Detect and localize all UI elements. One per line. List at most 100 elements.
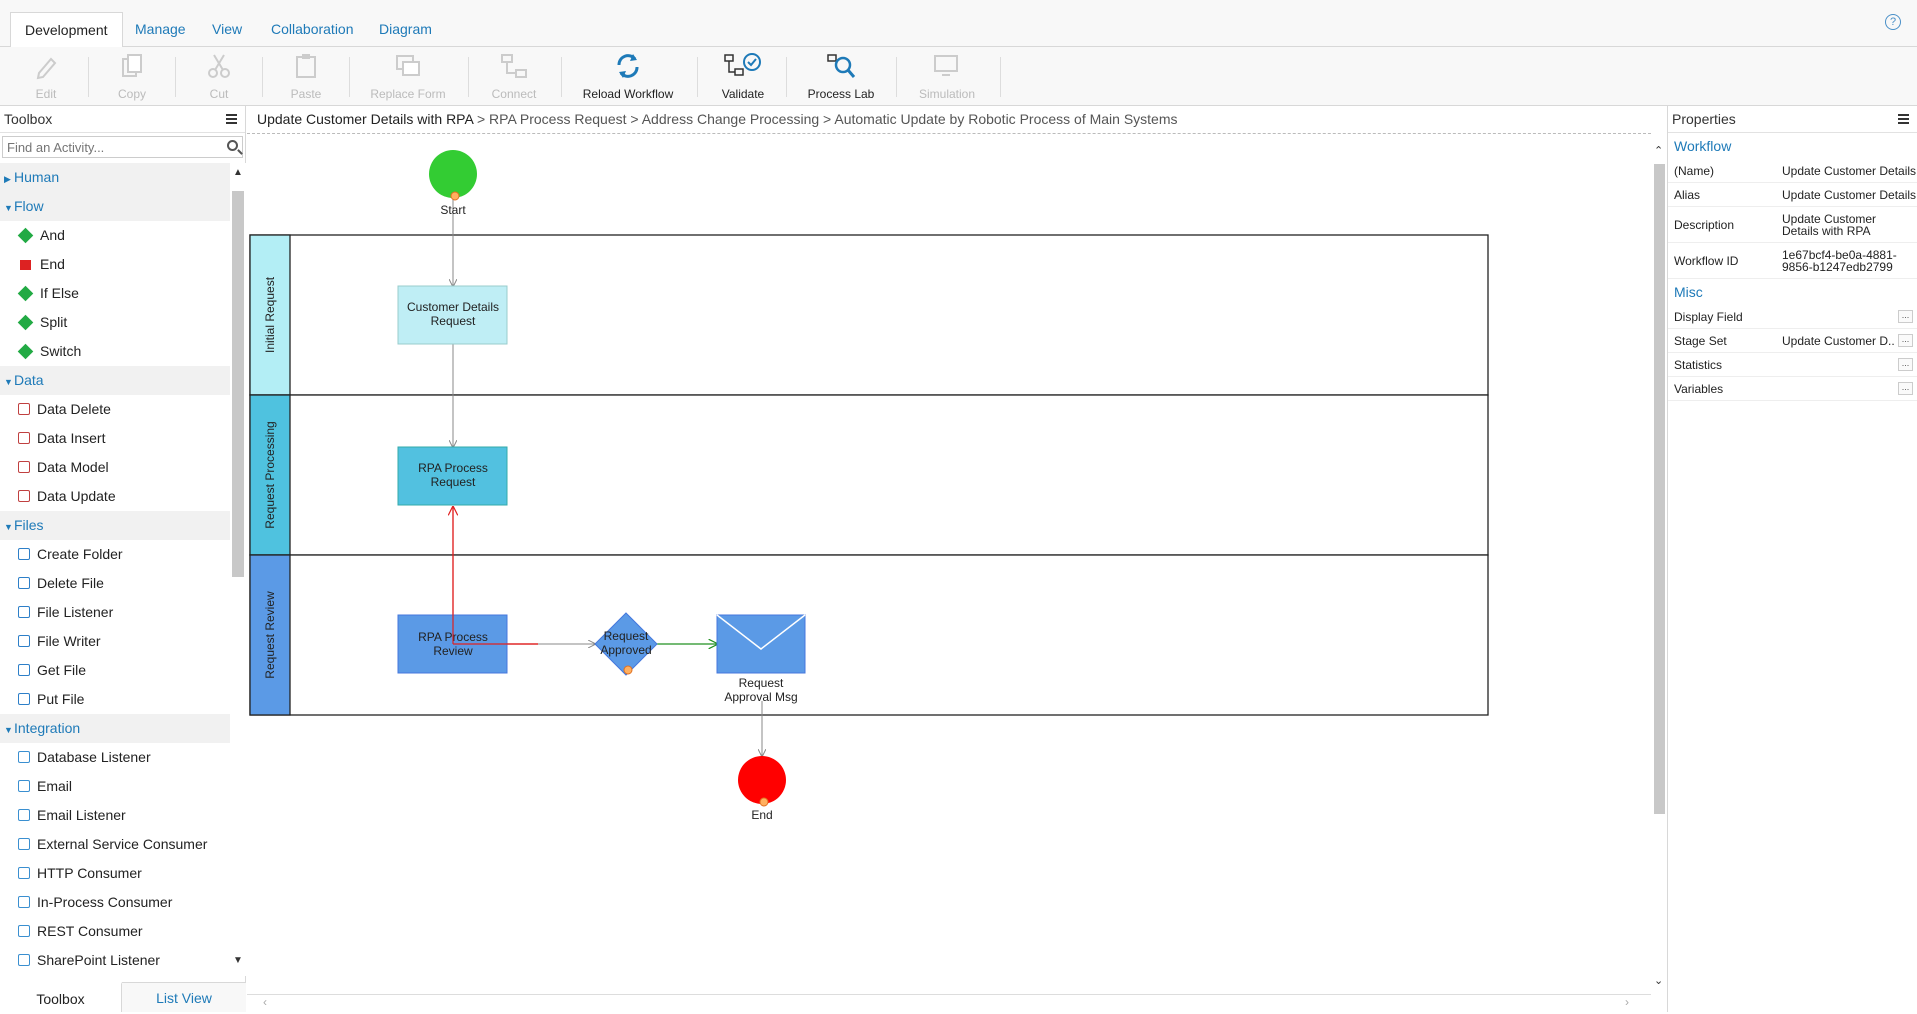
toolbox-item[interactable]: Database Listener [0, 743, 230, 772]
scroll-up-icon[interactable]: ▲ [233, 167, 243, 178]
toolbox-item[interactable]: Put File [0, 685, 230, 714]
validate-button[interactable]: Validate [716, 51, 770, 103]
ellipsis-button[interactable]: ... [1898, 310, 1913, 323]
canvas-vertical-scrollbar[interactable]: ⌃ ⌄ [1651, 144, 1667, 994]
toolbox-item-label: And [40, 227, 65, 243]
process-lab-button[interactable]: Process Lab [806, 51, 876, 103]
edit-label: Edit [35, 87, 57, 101]
toolbox-item[interactable]: If Else [0, 279, 230, 308]
property-row[interactable]: Description Update Customer Details with … [1668, 207, 1917, 243]
property-value[interactable]: Update Customer D... [1782, 329, 1894, 353]
toolbox-item[interactable]: Split [0, 308, 230, 337]
toolbox-category-human[interactable]: ▶ Human [0, 163, 230, 192]
toolbox-item[interactable]: SharePoint Listener [0, 946, 230, 975]
connect-button[interactable]: Connect [488, 51, 540, 103]
toolbox-item[interactable]: Email [0, 772, 230, 801]
paste-button[interactable]: Paste [286, 51, 326, 103]
tab-diagram[interactable]: Diagram [365, 12, 446, 48]
breadcrumb-item[interactable]: Update Customer Details with RPA [257, 111, 473, 127]
toolbox-item-label: SharePoint Listener [37, 952, 160, 968]
decision-label: Approved [600, 643, 651, 657]
canvas-horizontal-scrollbar[interactable]: ‹ › [247, 994, 1651, 1012]
chevron-right-icon[interactable]: › [1625, 995, 1629, 1009]
toolbox-panel: Toolbox ▶Human▼Flow And EndIf ElseSplitSwi… [0, 106, 246, 1012]
toolbox-item[interactable]: Data Model [0, 453, 230, 482]
menu-icon[interactable] [1898, 114, 1909, 124]
property-row[interactable]: Stage Set Update Customer D...... [1668, 329, 1917, 353]
toolbox-item[interactable]: End [0, 250, 230, 279]
replace-form-button[interactable]: Replace Form [368, 51, 448, 103]
toolbox-title: Toolbox [4, 111, 53, 127]
property-value[interactable]: 1e67bcf4-be0a-4881-9856-b1247edb2799 [1782, 249, 1916, 273]
toolbox-item-label: Data Delete [37, 401, 111, 417]
edit-button[interactable]: Edit [26, 51, 66, 103]
property-key: Display Field [1674, 310, 1743, 324]
chevron-up-icon[interactable]: ⌃ [1654, 144, 1663, 157]
toolbox-item-label: Data Update [37, 488, 116, 504]
reload-workflow-button[interactable]: Reload Workflow [580, 51, 676, 103]
simulation-button[interactable]: Simulation [912, 51, 982, 103]
tab-toolbox[interactable]: Toolbox [0, 982, 122, 1012]
tab-manage[interactable]: Manage [121, 12, 200, 48]
toolbox-item[interactable]: Create Folder [0, 540, 230, 569]
tab-view[interactable]: View [198, 12, 256, 48]
search-icon[interactable] [227, 140, 238, 151]
misc-section[interactable]: Misc [1668, 279, 1917, 305]
toolbox-item[interactable]: REST Consumer [0, 917, 230, 946]
toolbox-item[interactable]: HTTP Consumer [0, 859, 230, 888]
toolbox-category-data[interactable]: ▼Data [0, 366, 230, 395]
help-icon[interactable]: ? [1885, 14, 1901, 30]
toolbox-category-flow[interactable]: ▼Flow [0, 192, 230, 221]
end-event[interactable]: End [738, 756, 786, 822]
menu-icon[interactable] [226, 114, 237, 124]
breadcrumb-item[interactable]: Address Change Processing [642, 111, 819, 127]
toolbox-scrollbar[interactable]: ▲ ▼ [230, 163, 246, 976]
workflow-diagram[interactable]: Initial Request Request Processing Reque… [247, 133, 1651, 993]
property-value[interactable]: Update Customer Details with RPA [1782, 213, 1916, 237]
property-row[interactable]: Workflow ID 1e67bcf4-be0a-4881-9856-b1247… [1668, 243, 1917, 279]
property-row[interactable]: (Name) Update Customer Details [1668, 159, 1917, 183]
tab-list-view[interactable]: List View [122, 983, 246, 1013]
tab-development[interactable]: Development [10, 12, 123, 48]
ellipsis-button[interactable]: ... [1898, 382, 1913, 395]
toolbox-item[interactable]: Switch [0, 337, 230, 366]
ellipsis-button[interactable]: ... [1898, 358, 1913, 371]
scroll-thumb[interactable] [232, 191, 244, 577]
property-row[interactable]: Display Field... [1668, 305, 1917, 329]
toolbox-item[interactable]: Get File [0, 656, 230, 685]
tab-collaboration[interactable]: Collaboration [257, 12, 368, 48]
chevron-down-icon[interactable]: ⌄ [1654, 974, 1663, 987]
workflow-section[interactable]: Workflow [1668, 133, 1917, 159]
start-event[interactable]: Start [429, 150, 477, 217]
toolbox-item[interactable]: And [0, 221, 230, 250]
cut-button[interactable]: Cut [199, 51, 239, 103]
breadcrumb-item[interactable]: RPA Process Request [489, 111, 626, 127]
toolbox-item[interactable]: External Service Consumer [0, 830, 230, 859]
activity-rpa-process-request[interactable]: RPA Process Request [397, 446, 508, 506]
scroll-down-icon[interactable]: ▼ [233, 955, 243, 966]
toolbox-item[interactable]: Data Delete [0, 395, 230, 424]
property-row[interactable]: Statistics... [1668, 353, 1917, 377]
property-value[interactable]: Update Customer Details [1782, 159, 1916, 183]
property-value[interactable]: Update Customer Details [1782, 183, 1916, 207]
toolbox-item[interactable]: Data Insert [0, 424, 230, 453]
chevron-left-icon[interactable]: ‹ [263, 995, 267, 1009]
ellipsis-button[interactable]: ... [1898, 334, 1913, 347]
toolbox-category-files[interactable]: ▼Files [0, 511, 230, 540]
email-request-approval-msg[interactable]: Request Approval Msg [716, 614, 806, 704]
toolbox-item[interactable]: File Listener [0, 598, 230, 627]
toolbox-item[interactable]: Email Listener [0, 801, 230, 830]
activity-customer-details-request[interactable]: Customer Details Request [397, 285, 508, 345]
activity-search-input[interactable] [3, 137, 213, 157]
ribbon-tab-bar: Development Manage View Collaboration Di… [0, 0, 1917, 48]
toolbox-item[interactable]: Data Update [0, 482, 230, 511]
toolbox-item[interactable]: Delete File [0, 569, 230, 598]
toolbox-item[interactable]: File Writer [0, 627, 230, 656]
property-row[interactable]: Variables... [1668, 377, 1917, 401]
toolbox-category-integration[interactable]: ▼Integration [0, 714, 230, 743]
connect-label: Connect [491, 87, 537, 101]
scroll-thumb[interactable] [1654, 164, 1665, 814]
property-row[interactable]: Alias Update Customer Details [1668, 183, 1917, 207]
toolbox-item[interactable]: In-Process Consumer [0, 888, 230, 917]
copy-button[interactable]: Copy [112, 51, 152, 103]
